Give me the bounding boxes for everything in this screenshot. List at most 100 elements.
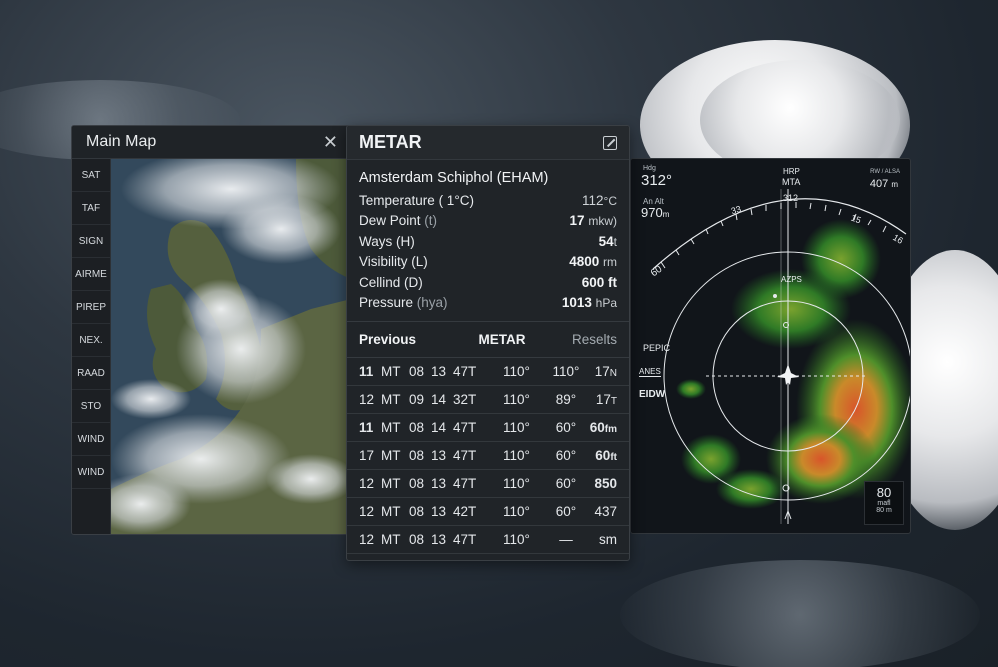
ways-value: 54 <box>598 233 614 249</box>
heading-small-label: Hdg <box>643 165 656 172</box>
table-cell-a: 17 <box>359 448 375 463</box>
satellite-map[interactable] <box>111 159 350 534</box>
alt-unit: m <box>662 210 670 219</box>
table-cell-e: 47T <box>453 476 477 491</box>
table-cell-f: 110° <box>503 504 530 519</box>
cellind-label: Cellind <box>359 274 401 290</box>
table-cell-result-value: 437 <box>594 504 617 519</box>
table-cell-result-unit: ft <box>610 452 617 463</box>
main-map-header: Main Map ✕ <box>72 126 350 159</box>
table-cell-g: 110° <box>552 364 580 379</box>
table-cell-d: 13 <box>431 504 447 519</box>
table-cell-f: 110° <box>503 420 530 435</box>
table-cell-c: 08 <box>409 476 425 491</box>
table-cell-c: 08 <box>409 504 425 519</box>
table-row[interactable]: 17 MT 08 13 47T 110° 60° 60ft <box>347 442 629 470</box>
table-cell-a: 11 <box>359 420 374 435</box>
table-cell-result-value: 17 <box>594 364 610 379</box>
dew-point-label: Dew Point <box>359 213 421 229</box>
expand-icon[interactable] <box>603 135 617 150</box>
layer-item-sign[interactable]: SIGN <box>72 225 110 258</box>
layer-item-pirep[interactable]: PIREP <box>72 291 110 324</box>
temperature-unit: °C <box>603 193 617 208</box>
table-cell-e: 47T <box>453 420 477 435</box>
ways-unit: t <box>613 234 617 249</box>
range-box[interactable]: 80 mafl 80 m <box>864 481 904 525</box>
layer-item-taf[interactable]: TAF <box>72 192 110 225</box>
layer-item-raad[interactable]: RAAD <box>72 357 110 390</box>
range-sub: 80 m <box>876 507 892 514</box>
table-cell-e: 47T <box>453 448 477 463</box>
field-ways: Ways (H) 54t <box>347 231 629 252</box>
close-icon[interactable]: ✕ <box>323 133 338 151</box>
tab-metar[interactable]: METAR <box>457 332 547 347</box>
table-row[interactable]: 11 MT 08 14 47T 110° 60° 60fm <box>347 414 629 442</box>
pressure-label: Pressure <box>359 295 414 311</box>
ring-label: AZPS <box>781 275 802 284</box>
radar-display <box>652 189 910 524</box>
top-center-small: HRP <box>783 167 800 176</box>
tab-results[interactable]: Reselts <box>547 332 617 347</box>
table-cell-result: 60ft <box>587 448 617 463</box>
visibility-label: Visibility <box>359 254 408 270</box>
table-row[interactable]: 12 MT 08 13 47T 110° 60° 850 <box>347 470 629 498</box>
table-cell-g: 60° <box>555 448 577 463</box>
field-visibility: Visibility (L) 4800 rm <box>347 252 629 273</box>
table-cell-d: 13 <box>431 364 447 379</box>
table-cell-result: 850 <box>587 476 617 491</box>
table-header: Previous METAR Reselts <box>347 322 629 358</box>
heading-readout: 312° <box>641 172 673 189</box>
table-cell-f: 110° <box>503 392 530 407</box>
table-row[interactable]: 12 MT 08 13 42T 110° 60° 437 <box>347 498 629 526</box>
dew-point-unit: mkw) <box>588 214 617 229</box>
ways-paren: (H) <box>396 233 415 249</box>
metar-header: METAR <box>347 126 629 160</box>
table-cell-result-unit: T <box>610 396 617 407</box>
table-cell-e: 32T <box>453 392 477 407</box>
table-cell-b: MT <box>381 420 401 435</box>
waypoint-pepic[interactable]: PEPIC <box>643 343 670 353</box>
layer-item-nex[interactable]: NEX. <box>72 324 110 357</box>
waypoint-anes[interactable]: ANES <box>639 367 661 377</box>
table-row[interactable]: 12 MT 08 13 47T 110° — sm <box>347 526 629 554</box>
table-cell-b: MT <box>381 448 401 463</box>
table-cell-d: 13 <box>431 448 447 463</box>
table-cell-result: 17N <box>587 364 617 379</box>
table-cell-b: MT <box>381 392 401 407</box>
tab-previous[interactable]: Previous <box>359 332 457 347</box>
alt-value: 970 <box>641 205 663 220</box>
table-cell-result-unit: fm <box>604 424 617 435</box>
layer-item-wind-2[interactable]: WIND <box>72 456 110 489</box>
layer-item-sat[interactable]: SAT <box>72 159 110 192</box>
layer-item-sto[interactable]: STO <box>72 390 110 423</box>
visibility-unit: rm <box>603 255 617 270</box>
top-scale-label: 312 <box>783 193 799 203</box>
layer-item-airme[interactable]: AIRME <box>72 258 110 291</box>
table-cell-g: — <box>559 532 573 547</box>
field-dew-point: Dew Point (t) 17 mkw) <box>347 211 629 232</box>
table-row[interactable]: 11 MT 08 13 47T 110° 110° 17N <box>347 358 629 386</box>
range-value: 80 <box>876 485 892 500</box>
table-cell-a: 12 <box>359 476 375 491</box>
satellite-image <box>111 159 350 534</box>
range-unit: mafl <box>877 500 891 507</box>
field-pressure: Pressure (hya) 1013 hPa <box>347 293 629 314</box>
table-cell-g: 60° <box>555 420 577 435</box>
radar-panel[interactable]: Hdg 312° An Alt 970m HRP MTA 312 RW / AL… <box>630 158 911 534</box>
table-cell-e: 47T <box>453 532 477 547</box>
layer-item-wind-1[interactable]: WIND <box>72 423 110 456</box>
background-cloud-bottom <box>620 560 980 667</box>
table-cell-d: 14 <box>431 420 447 435</box>
table-cell-a: 12 <box>359 532 375 547</box>
table-row[interactable]: 12 MT 09 14 32T 110° 89° 17T <box>347 386 629 414</box>
table-cell-result: 60fm <box>587 420 617 435</box>
table-cell-result: sm <box>587 532 617 547</box>
station-name: Amsterdam Schiphol (EHAM) <box>359 170 549 186</box>
table-cell-result-value: 17 <box>595 392 611 407</box>
airport-eidw[interactable]: EIDW <box>639 389 665 400</box>
table-cell-result: 17T <box>587 392 617 407</box>
table-cell-g: 89° <box>555 392 577 407</box>
table-cell-f: 110° <box>503 476 530 491</box>
temperature-paren: ( 1°C) <box>438 192 474 208</box>
table-cell-e: 42T <box>453 504 477 519</box>
